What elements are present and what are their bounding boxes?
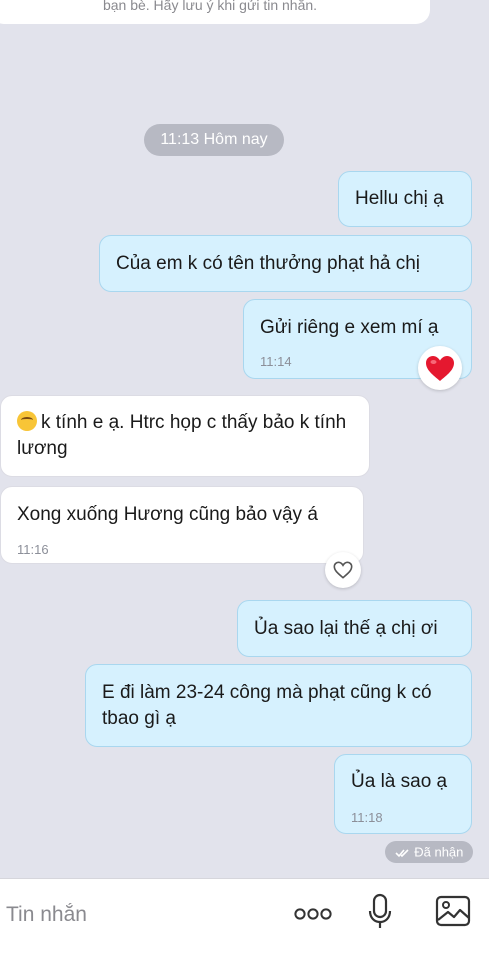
message-bubble-outgoing[interactable]: Ủa sao lại thế ạ chị ơi xyxy=(237,600,472,657)
message-time: 11:14 xyxy=(260,354,292,369)
composer-bar xyxy=(0,878,489,961)
message-text: k tính e ạ. Htrc họp c thấy bảo k tính l… xyxy=(17,412,347,459)
message-content: k tính e ạ. Htrc họp c thấy bảo k tính l… xyxy=(17,410,357,462)
system-notice-text: bạn bè. Hãy lưu ý khi gửi tin nhắn. xyxy=(102,0,318,13)
crying-face-emoji xyxy=(17,411,37,431)
message-text: Hellu chị ạ xyxy=(355,188,444,209)
message-time: 11:16 xyxy=(17,542,49,557)
message-text: Của em k có tên thưởng phạt hả chị xyxy=(116,253,421,274)
microphone-icon[interactable] xyxy=(366,892,394,932)
message-bubble-incoming[interactable]: k tính e ạ. Htrc họp c thấy bảo k tính l… xyxy=(0,395,370,477)
message-bubble-outgoing[interactable]: Hellu chị ạ xyxy=(338,171,472,227)
received-status-label: Đã nhận xyxy=(414,844,464,860)
double-check-icon xyxy=(395,848,409,857)
message-text: E đi làm 23-24 công mà phạt cũng k có tb… xyxy=(102,682,432,729)
message-text: Ủa sao lại thế ạ chị ơi xyxy=(254,618,438,639)
time-divider: 11:13 Hôm nay xyxy=(144,124,284,156)
message-input[interactable] xyxy=(0,899,258,931)
image-icon[interactable] xyxy=(434,894,472,928)
message-text: Xong xuống Hương cũng bảo vậy á xyxy=(17,504,318,525)
message-bubble-outgoing[interactable]: E đi làm 23-24 công mà phạt cũng k có tb… xyxy=(85,664,472,747)
message-bubble-outgoing[interactable]: Ủa là sao ạ 11:18 xyxy=(334,754,472,834)
system-notice: bạn bè. Hãy lưu ý khi gửi tin nhắn. xyxy=(0,0,430,24)
heart-outline-icon[interactable] xyxy=(325,552,361,588)
more-icon[interactable] xyxy=(292,901,334,927)
heart-reaction-icon[interactable] xyxy=(418,346,462,390)
message-text: Gửi riêng e xem mí ạ xyxy=(260,317,439,338)
message-time: 11:18 xyxy=(351,810,383,825)
message-text: Ủa là sao ạ xyxy=(351,771,448,792)
message-bubble-incoming[interactable]: Xong xuống Hương cũng bảo vậy á 11:16 xyxy=(0,486,364,564)
received-status-badge: Đã nhận xyxy=(385,841,473,863)
message-bubble-outgoing[interactable]: Của em k có tên thưởng phạt hả chị xyxy=(99,235,472,292)
